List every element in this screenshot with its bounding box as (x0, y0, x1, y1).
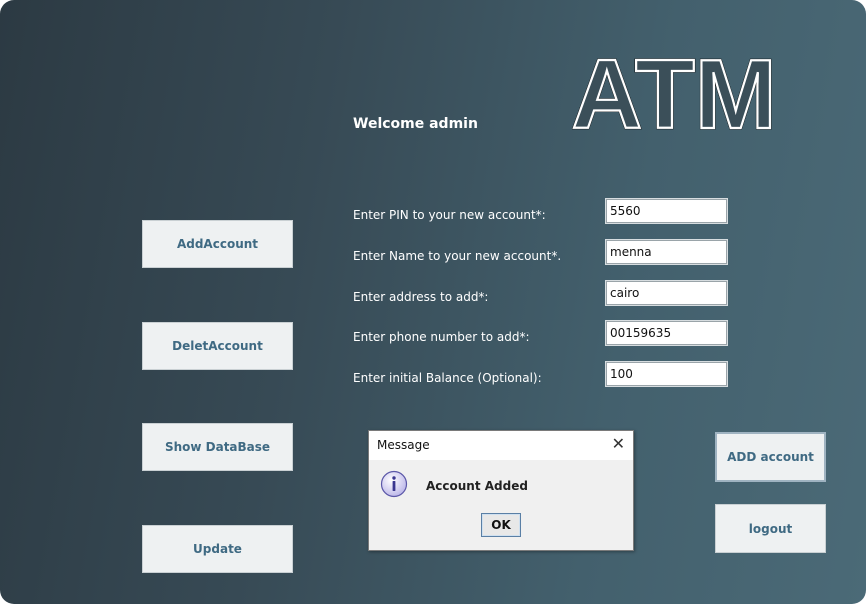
update-button[interactable]: Update (142, 525, 293, 573)
address-label: Enter address to add*: (353, 290, 489, 304)
atm-logo-outline: ATM (572, 42, 776, 136)
pin-label: Enter PIN to your new account*: (353, 208, 546, 222)
dialog-message: Account Added (426, 479, 528, 493)
add-account-submit-button[interactable]: ADD account (715, 432, 826, 482)
show-database-button[interactable]: Show DataBase (142, 423, 293, 471)
balance-label: Enter initial Balance (Optional): (353, 371, 542, 385)
close-icon[interactable]: ✕ (612, 434, 625, 454)
dialog-title-bar: Message ✕ (369, 431, 633, 460)
phone-label: Enter phone number to add*: (353, 330, 530, 344)
dialog-title: Message (377, 438, 430, 452)
welcome-text: Welcome admin (353, 116, 478, 132)
balance-input[interactable]: 100 (606, 362, 727, 386)
name-input[interactable]: menna (606, 240, 727, 264)
pin-input[interactable]: 5560 (606, 199, 727, 223)
address-input[interactable]: cairo (606, 281, 727, 305)
name-label: Enter Name to your new account*. (353, 249, 562, 263)
logout-button[interactable]: logout (715, 504, 826, 553)
main-panel: ATM ATM Welcome admin AddAccount DeletAc… (0, 0, 866, 604)
message-dialog: Message ✕ Account Added OK (368, 430, 634, 551)
atm-logo: ATM ATM (572, 42, 776, 136)
info-icon (380, 470, 408, 498)
phone-input[interactable]: 00159635 (606, 321, 727, 345)
delete-account-nav-button[interactable]: DeletAccount (142, 322, 293, 370)
add-account-nav-button[interactable]: AddAccount (142, 220, 293, 268)
ok-button[interactable]: OK (481, 513, 521, 537)
